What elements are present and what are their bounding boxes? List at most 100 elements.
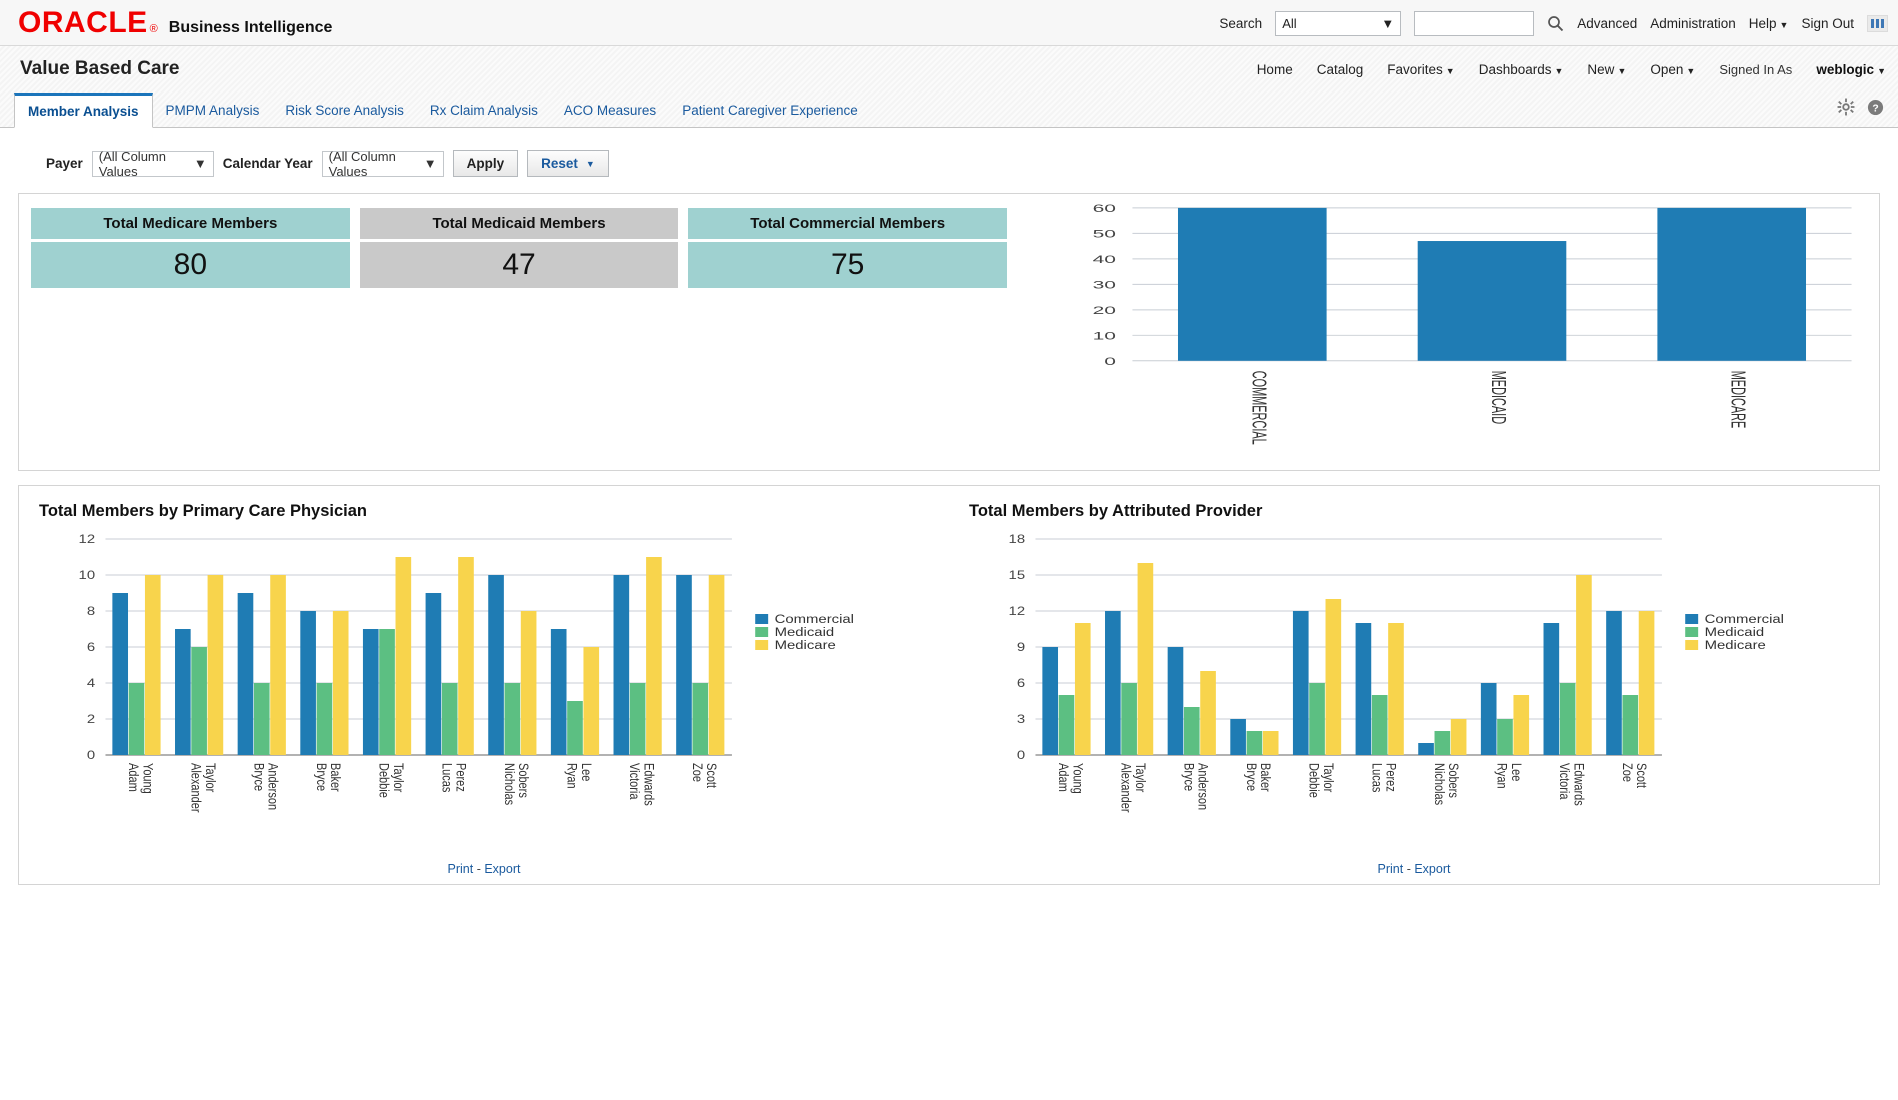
search-scope-value: All	[1282, 15, 1297, 31]
export-link[interactable]: Export	[1414, 862, 1450, 876]
search-label: Search	[1219, 15, 1263, 31]
payer-filter-select[interactable]: (All Column Values ▼	[91, 148, 214, 179]
svg-text:0: 0	[87, 749, 95, 762]
svg-text:4: 4	[87, 677, 95, 690]
app-grid-icon[interactable]	[1867, 14, 1888, 32]
search-input-wrapper[interactable]	[1414, 10, 1535, 36]
svg-text:8: 8	[87, 605, 95, 618]
nav-new[interactable]: New ▼	[1587, 62, 1626, 77]
svg-text:Medicaid: Medicaid	[775, 626, 835, 639]
svg-text:Commercial: Commercial	[775, 613, 854, 626]
svg-text:Sobers: Sobers	[516, 763, 533, 798]
reset-button[interactable]: Reset ▼	[527, 150, 609, 177]
tab-actions: ?	[1837, 98, 1884, 121]
nav-home[interactable]: Home	[1257, 62, 1293, 77]
payer-bar-chart[interactable]: 0 10 20 30 40 50 60 COMMERCIAL MEDICAID MEDICARE	[1019, 194, 1879, 470]
attributed-provider-chart-title: Total Members by Attributed Provider	[969, 502, 1263, 520]
tab-strip: Member Analysis PMPM Analysis Risk Score…	[0, 92, 1898, 128]
sign-out-link[interactable]: Sign Out	[1801, 16, 1854, 31]
calendar-year-filter-select[interactable]: (All Column Values ▼	[321, 148, 444, 179]
svg-text:Edwards: Edwards	[641, 763, 658, 806]
search-icon[interactable]	[1547, 15, 1564, 32]
svg-text:MEDICAID: MEDICAID	[1487, 371, 1509, 424]
charts-panel: Total Members by Primary Care Physician …	[18, 485, 1880, 885]
search-scope-select[interactable]: All ▼	[1275, 10, 1402, 36]
calendar-year-filter-label: Calendar Year	[222, 156, 313, 171]
nav-favorites[interactable]: Favorites ▼	[1387, 62, 1454, 77]
svg-text:15: 15	[1009, 569, 1026, 582]
user-menu[interactable]: weblogic ▼	[1816, 62, 1886, 77]
page-title: Value Based Care	[20, 58, 180, 79]
chevron-down-icon: ▼	[1617, 65, 1627, 76]
tab-rx-claim-analysis[interactable]: Rx Claim Analysis	[417, 93, 551, 127]
svg-text:2: 2	[87, 713, 95, 726]
svg-text:9: 9	[1017, 641, 1025, 654]
payer-filter-label: Payer	[46, 156, 83, 171]
tab-member-analysis[interactable]: Member Analysis	[14, 93, 153, 128]
brand-bar: ORACLE ® Business Intelligence Search Al…	[0, 0, 1898, 46]
svg-text:COMMERCIAL: COMMERCIAL	[1247, 371, 1269, 445]
export-link[interactable]: Export	[484, 862, 520, 876]
administration-link[interactable]: Administration	[1650, 16, 1736, 31]
svg-text:0: 0	[1017, 749, 1025, 762]
chevron-down-icon: ▼	[1877, 65, 1886, 76]
svg-text:Young: Young	[140, 763, 157, 794]
svg-text:Baker: Baker	[328, 763, 345, 792]
dashboard-page: Payer (All Column Values ▼ Calendar Year…	[0, 128, 1898, 1100]
advanced-link[interactable]: Advanced	[1577, 16, 1637, 31]
signed-in-as-label: Signed In As	[1719, 61, 1793, 77]
tab-pmpm-analysis[interactable]: PMPM Analysis	[153, 93, 273, 127]
svg-text:?: ?	[1872, 103, 1878, 114]
svg-text:Scott: Scott	[704, 763, 721, 788]
svg-text:3: 3	[1017, 713, 1025, 726]
tab-patient-caregiver-experience[interactable]: Patient Caregiver Experience	[669, 93, 871, 127]
header-right-group: Search All ▼ Advanced Administration Hel…	[1219, 0, 1888, 46]
help-icon[interactable]: ?	[1867, 99, 1884, 121]
tab-aco-measures[interactable]: ACO Measures	[551, 93, 669, 127]
kpi-total-medicaid-members: Total Medicaid Members 47	[359, 208, 679, 288]
calendar-year-filter-value: (All Column Values	[328, 148, 396, 179]
gear-icon[interactable]	[1837, 98, 1855, 121]
kpi-total-commercial-members: Total Commercial Members 75	[688, 208, 1008, 288]
svg-text:Perez: Perez	[453, 763, 470, 792]
nav-catalog[interactable]: Catalog	[1317, 62, 1364, 77]
nav-dashboards[interactable]: Dashboards ▼	[1479, 62, 1564, 77]
svg-text:60: 60	[1093, 202, 1116, 215]
chevron-down-icon: ▼	[1445, 65, 1455, 76]
oracle-wordmark: ORACLE	[18, 5, 148, 39]
print-link[interactable]: Print	[448, 862, 474, 876]
chevron-down-icon: ▼	[193, 156, 207, 171]
svg-text:12: 12	[1009, 605, 1026, 618]
svg-text:40: 40	[1093, 253, 1116, 266]
kpi-value: 47	[359, 242, 679, 288]
svg-text:0: 0	[1104, 355, 1116, 368]
svg-text:18: 18	[1009, 533, 1026, 546]
kpi-title: Total Medicare Members	[31, 208, 350, 239]
nav-open[interactable]: Open ▼	[1650, 62, 1695, 77]
print-link[interactable]: Print	[1378, 862, 1404, 876]
svg-text:12: 12	[79, 533, 96, 546]
payer-filter-value: (All Column Values	[98, 148, 166, 179]
svg-text:Medicare: Medicare	[775, 639, 836, 652]
svg-text:6: 6	[87, 641, 95, 654]
pcp-chart-container: Total Members by Primary Care Physician …	[19, 486, 949, 884]
help-link[interactable]: Help ▼	[1749, 16, 1789, 31]
svg-text:Medicaid: Medicaid	[1705, 626, 1765, 639]
global-nav: Home Catalog Favorites ▼ Dashboards ▼ New ▼…	[1257, 46, 1886, 92]
svg-text:Young: Young	[1070, 763, 1087, 794]
kpi-panel: Total Medicare Members 80 Total Medicaid…	[18, 193, 1880, 471]
chevron-down-icon: ▼	[1554, 65, 1564, 76]
svg-text:Scott: Scott	[1634, 763, 1651, 788]
kpi-value: 80	[31, 242, 350, 288]
svg-text:30: 30	[1093, 278, 1116, 291]
chevron-down-icon: ▼	[1779, 19, 1789, 30]
search-input[interactable]	[1415, 11, 1534, 35]
svg-text:MEDICARE: MEDICARE	[1727, 371, 1749, 429]
svg-text:Sobers: Sobers	[1446, 763, 1463, 798]
svg-text:20: 20	[1093, 304, 1116, 317]
attributed-provider-chart-container: Total Members by Attributed Provider 0 3 6…	[949, 486, 1879, 884]
chevron-down-icon: ▼	[1381, 15, 1395, 31]
tab-risk-score-analysis[interactable]: Risk Score Analysis	[272, 93, 417, 127]
apply-button[interactable]: Apply	[452, 150, 519, 177]
svg-text:10: 10	[1093, 329, 1116, 342]
